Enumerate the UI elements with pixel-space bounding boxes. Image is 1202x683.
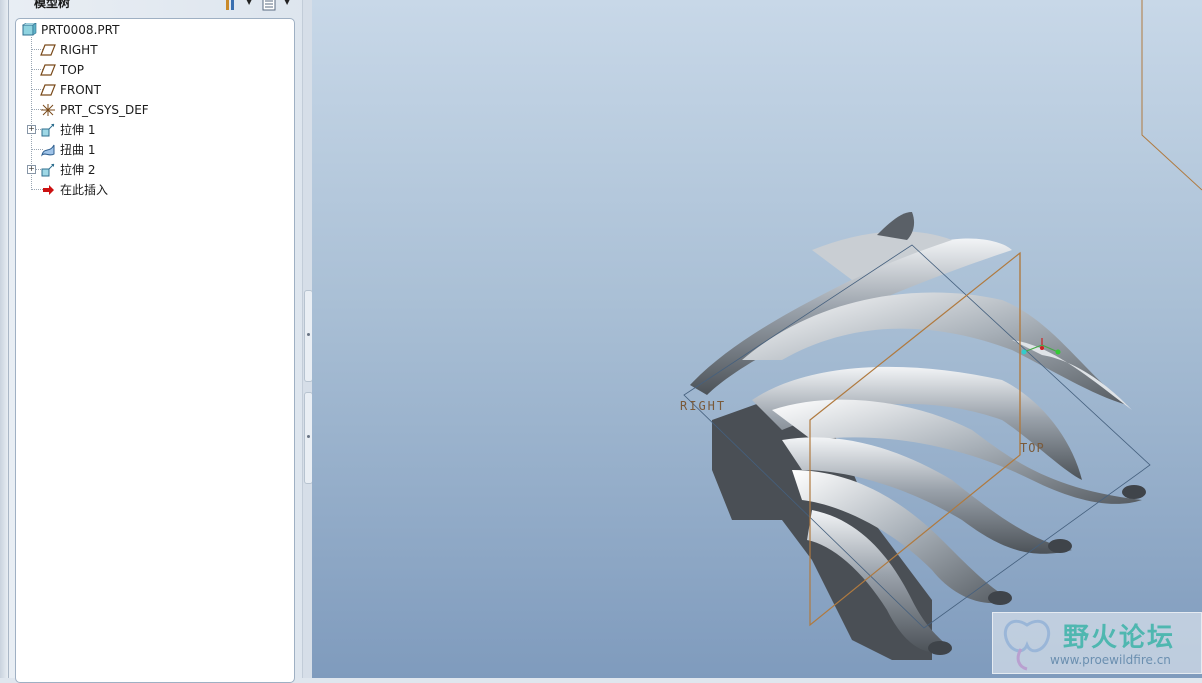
panel-title: 模型树 — [34, 0, 71, 10]
graphics-viewport[interactable]: RIGHT TOP — [312, 0, 1202, 678]
forum-watermark: 野火论坛 www.proewildfire.cn — [992, 612, 1202, 674]
datum-plane-front — [1141, 0, 1202, 191]
coordinate-system-icon — [41, 104, 55, 116]
model-graphics: RIGHT TOP — [680, 0, 1202, 660]
show-dropdown-icon[interactable]: ▼ — [284, 0, 290, 6]
forum-logo-icon — [1003, 619, 1051, 671]
left-edge-bar — [0, 0, 9, 678]
extrude-icon — [41, 123, 55, 137]
model-tree: PRT0008.PRT RIGHT TOP FRONT PRT_CSYS_DEF… — [15, 18, 295, 683]
datum-plane-icon — [40, 84, 56, 96]
watermark-url: www.proewildfire.cn — [1050, 653, 1171, 667]
tree-item-label: TOP — [60, 63, 85, 77]
tree-item-label: 扭曲 1 — [60, 143, 96, 157]
tree-item-label: 拉伸 1 — [60, 123, 96, 137]
panel-header: 模型树 ▼ ▼ — [14, 0, 299, 14]
model-tree-panel: 模型树 ▼ ▼ PRT0008.PRT RIGHT TOP FRONT PRT_… — [0, 0, 312, 683]
tree-item-label: PRT_CSYS_DEF — [60, 103, 149, 117]
datum-plane-icon — [40, 44, 56, 56]
expand-toggle[interactable]: + — [27, 165, 36, 174]
settings-dropdown-icon[interactable]: ▼ — [246, 0, 252, 6]
datum-plane-icon — [40, 64, 56, 76]
tree-item-label: 拉伸 2 — [60, 163, 96, 177]
settings-tools-icon[interactable] — [224, 0, 238, 11]
part-icon — [22, 23, 37, 36]
show-options-icon[interactable] — [262, 0, 276, 11]
datum-label-right: RIGHT — [680, 399, 726, 413]
tree-item-label: FRONT — [60, 83, 101, 97]
expand-toggle[interactable]: + — [27, 125, 36, 134]
tree-item-label: RIGHT — [60, 43, 98, 57]
tree-item-label: 在此插入 — [60, 183, 109, 197]
tree-root-label: PRT0008.PRT — [41, 23, 120, 37]
watermark-title: 野火论坛 — [1063, 623, 1176, 653]
grip-dot — [307, 435, 310, 438]
warp-icon — [41, 144, 55, 157]
extrude-icon — [41, 163, 55, 177]
grip-dot — [307, 333, 310, 336]
datum-label-top: TOP — [1020, 441, 1045, 455]
insert-here-arrow-icon — [43, 185, 54, 195]
